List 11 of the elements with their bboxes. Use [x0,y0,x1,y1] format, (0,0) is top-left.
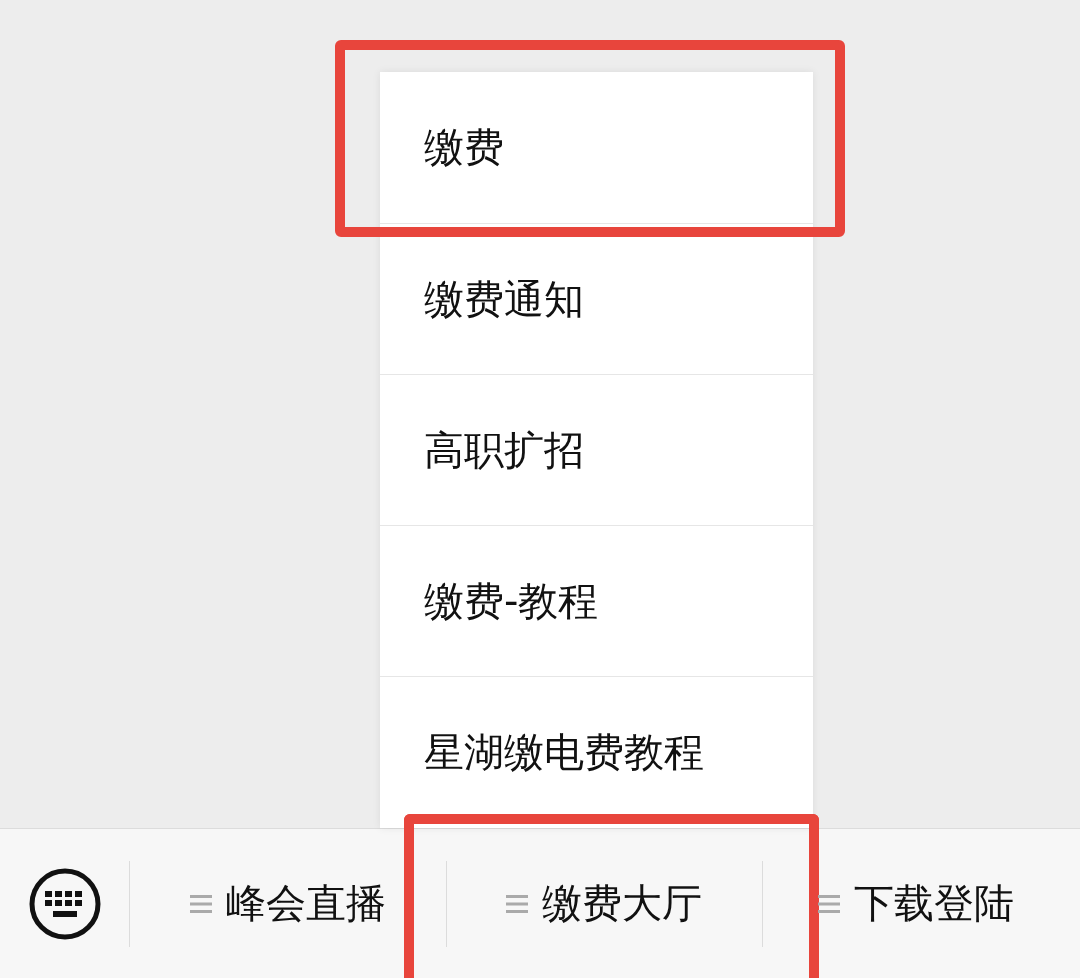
menu-button[interactable]: 缴费大厅 [542,876,702,931]
menu-icon [506,893,528,914]
menu-item[interactable]: 高职扩招 [380,374,813,525]
menu-item[interactable]: 缴费通知 [380,223,813,374]
menu-button[interactable]: 下载登陆 [854,876,1014,931]
menu-icon [190,893,212,914]
menu-item[interactable]: 缴费 [380,72,813,223]
menu-icon [818,893,840,914]
menu-button[interactable]: 峰会直播 [226,876,386,931]
menu-item[interactable]: 缴费-教程 [380,525,813,676]
keyboard-icon[interactable] [27,866,102,941]
